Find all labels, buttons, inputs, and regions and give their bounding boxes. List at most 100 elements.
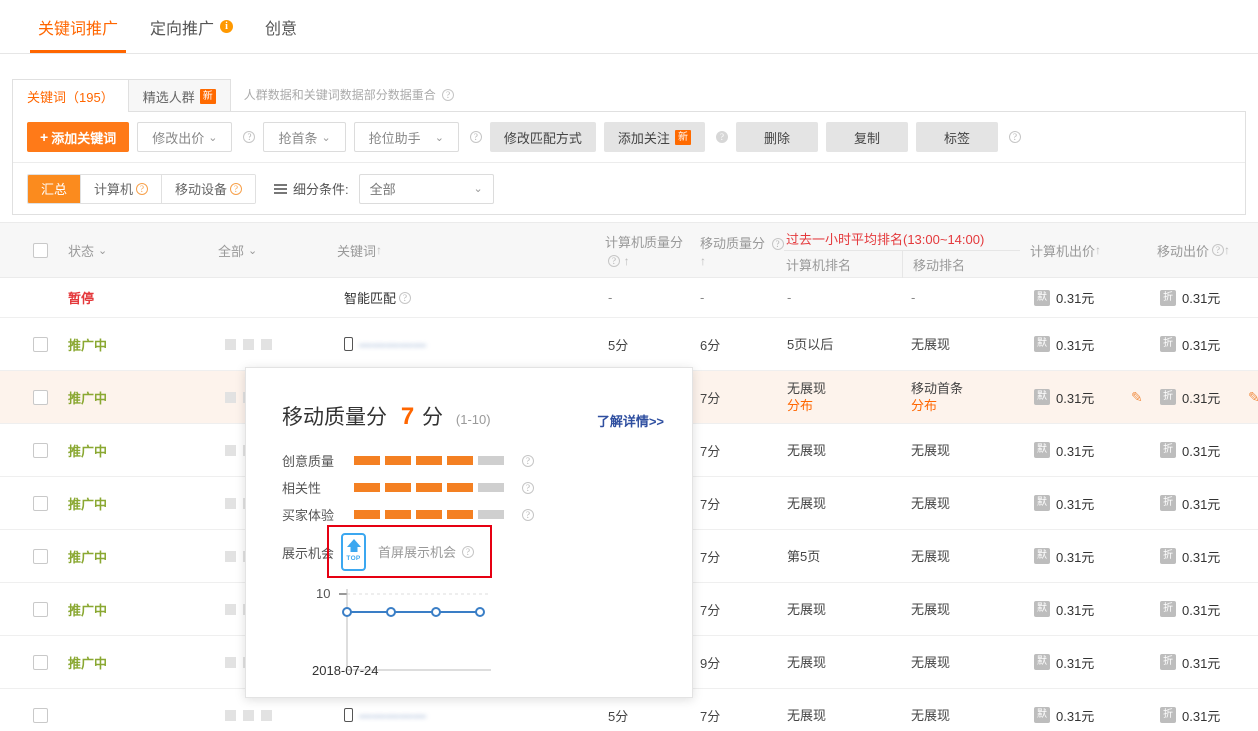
sub-tab-crowd[interactable]: 精选人群 新: [128, 79, 231, 112]
row-checkbox-cell[interactable]: [33, 477, 48, 529]
sort-asc-icon[interactable]: ↑: [700, 254, 706, 268]
help-icon-creative-quality[interactable]: ?: [522, 455, 534, 467]
table-row[interactable]: 推广中—————5分6分5页以后无展现默0.31元折0.31元: [0, 318, 1258, 371]
header-mobile-bid-label: 移动出价: [1157, 241, 1209, 260]
help-icon-pc-quality[interactable]: ?: [608, 255, 620, 267]
tab-keyword-promotion[interactable]: 关键词推广: [22, 0, 134, 53]
checkbox[interactable]: [33, 602, 48, 617]
delete-button[interactable]: 删除: [736, 122, 818, 152]
delete-label: 删除: [764, 128, 790, 147]
help-icon-tag[interactable]: ?: [1009, 131, 1021, 143]
row-checkbox-cell[interactable]: [33, 689, 48, 731]
help-icon-keyword[interactable]: ?: [399, 292, 411, 304]
checkbox[interactable]: [33, 243, 48, 258]
row-checkbox-cell[interactable]: [33, 318, 48, 370]
learn-more-link[interactable]: 了解详情>>: [597, 411, 664, 430]
row-mobile-bid-cell: 折0.31元: [1160, 477, 1220, 529]
sub-tab-keyword[interactable]: 关键词（195）: [12, 79, 129, 112]
segment-mobile[interactable]: 移动设备 ?: [162, 175, 255, 203]
row-pc-rank-cell: 无展现分布: [787, 371, 826, 423]
header-rank-group-title: 过去一小时平均排名(13:00~14:00): [784, 223, 1020, 251]
checkbox[interactable]: [33, 496, 48, 511]
help-icon-pc[interactable]: ?: [136, 183, 148, 195]
help-icon[interactable]: ?: [442, 89, 454, 101]
add-keyword-button[interactable]: + 添加关键词: [27, 122, 129, 152]
mobile-bid-tag: 折: [1160, 548, 1176, 564]
help-icon-modify-bid[interactable]: ?: [243, 131, 255, 143]
header-mobile-quality[interactable]: 移动质量分 ? ↑: [700, 223, 784, 277]
info-icon[interactable]: i: [220, 20, 233, 33]
help-icon-relevance[interactable]: ?: [522, 482, 534, 494]
row-checkbox-cell[interactable]: [33, 371, 48, 423]
subdivide-select[interactable]: 全部 ⌄: [359, 174, 494, 204]
header-mobile-bid[interactable]: 移动出价 ? ↑: [1157, 223, 1230, 277]
header-all[interactable]: 全部 ⌄: [218, 223, 257, 277]
header-select-all[interactable]: [33, 223, 48, 277]
segment-pc[interactable]: 计算机 ?: [81, 175, 162, 203]
pc-rank-value: 无展现分布: [787, 380, 826, 414]
modify-match-button[interactable]: 修改匹配方式: [490, 122, 596, 152]
row-pc-bid-cell: 默0.31元: [1034, 689, 1094, 731]
row-checkbox-cell[interactable]: [33, 530, 48, 582]
first-screen-opportunity-box[interactable]: TOP 首屏展示机会 ?: [327, 525, 492, 578]
segment-summary[interactable]: 汇总: [28, 175, 81, 203]
subtabs-note-text: 人群数据和关键词数据部分数据重合: [244, 88, 436, 102]
sort-asc-icon[interactable]: ↑: [1095, 243, 1101, 257]
sort-asc-icon[interactable]: ↑: [624, 254, 630, 268]
header-keyword[interactable]: 关键词 ↑: [337, 223, 382, 277]
copy-button[interactable]: 复制: [826, 122, 908, 152]
checkbox[interactable]: [33, 549, 48, 564]
rank-helper-button[interactable]: 抢位助手 ⌄: [354, 122, 459, 152]
pc-rank-value: 无展现: [787, 601, 826, 618]
checkbox[interactable]: [33, 390, 48, 405]
status-badge: 推广中: [68, 388, 107, 407]
checkbox[interactable]: [33, 443, 48, 458]
help-icon-add-follow[interactable]: ?: [716, 131, 728, 143]
row-checkbox-cell[interactable]: [33, 636, 48, 688]
row-checkbox-cell[interactable]: [33, 424, 48, 476]
help-icon-opportunity[interactable]: ?: [462, 546, 474, 558]
tab-creative[interactable]: 创意: [249, 0, 313, 53]
metric-creative-quality: 创意质量 ?: [282, 451, 534, 470]
grab-top-button[interactable]: 抢首条 ⌄: [263, 122, 345, 152]
sort-asc-icon[interactable]: ↑: [376, 243, 382, 257]
checkbox[interactable]: [33, 655, 48, 670]
mobile-bid-edit-button[interactable]: ✎: [1248, 371, 1258, 423]
row-keyword-cell[interactable]: —————: [344, 318, 427, 370]
row-keyword-cell[interactable]: 智能匹配?: [344, 278, 411, 317]
row-status-cell: 推广中: [68, 530, 107, 582]
help-icon-mobile-quality[interactable]: ?: [772, 238, 784, 250]
pc-bid-edit-button[interactable]: ✎: [1131, 371, 1143, 423]
row-mobile-quality-cell: 7分: [700, 371, 720, 423]
help-icon-buyer-experience[interactable]: ?: [522, 509, 534, 521]
mobile-quality-value: 7分: [700, 600, 720, 619]
header-mobile-rank[interactable]: 移动排名: [902, 251, 965, 278]
mobile-bid-value: 0.31元: [1182, 388, 1220, 407]
row-mobile-bid-cell: 折0.31元: [1160, 689, 1220, 731]
help-icon-rank-helper[interactable]: ?: [470, 131, 482, 143]
tab-targeted-promotion[interactable]: 定向推广 i: [134, 0, 249, 53]
sort-asc-icon[interactable]: ↑: [1224, 243, 1230, 257]
metric-relevance: 相关性 ?: [282, 478, 534, 497]
tag-button[interactable]: 标签: [916, 122, 998, 152]
pencil-icon[interactable]: ✎: [1131, 389, 1143, 406]
row-checkbox-cell[interactable]: [33, 583, 48, 635]
pencil-icon[interactable]: ✎: [1248, 389, 1258, 406]
checkbox[interactable]: [33, 708, 48, 723]
mobile-rank-value: 无展现: [911, 495, 950, 512]
status-badge: 推广中: [68, 600, 107, 619]
header-pc-quality[interactable]: 计算机质量分 ? ↑: [605, 223, 683, 277]
header-status[interactable]: 状态 ⌄: [68, 223, 107, 277]
header-pc-rank[interactable]: 计算机排名: [784, 255, 902, 274]
modify-bid-button[interactable]: 修改出价 ⌄: [137, 122, 232, 152]
checkbox[interactable]: [33, 337, 48, 352]
copy-label: 复制: [854, 128, 880, 147]
add-follow-button[interactable]: 添加关注 新: [604, 122, 705, 152]
row-mobile-rank-cell: 无展现: [911, 477, 950, 529]
popup-title-text: 移动质量分: [282, 406, 387, 429]
help-icon-mobile-bid[interactable]: ?: [1212, 244, 1224, 256]
grab-top-label: 抢首条: [278, 128, 317, 147]
table-row[interactable]: 暂停智能匹配?----默0.31元折0.31元: [0, 278, 1258, 318]
help-icon-mobile[interactable]: ?: [230, 183, 242, 195]
header-pc-bid[interactable]: 计算机出价 ↑: [1030, 223, 1101, 277]
